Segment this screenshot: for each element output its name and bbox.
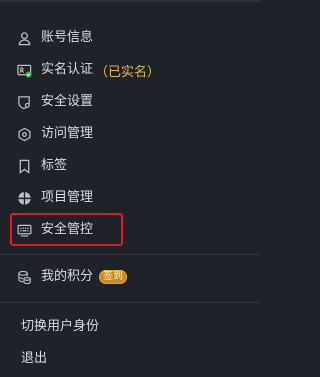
id-card-verified-icon [17, 63, 32, 78]
user-icon [17, 31, 32, 46]
menu-item-tags[interactable]: 标签 [0, 150, 261, 182]
menu-item-switch-identity[interactable]: 切换用户身份 [0, 311, 261, 343]
menu-item-security-control[interactable]: 安全管控 [0, 214, 261, 246]
access-management-icon [17, 127, 32, 142]
menu-item-label: 实名认证 [41, 62, 94, 77]
coins-icon [17, 270, 32, 285]
menu-item-account-info[interactable]: 账号信息 [0, 22, 261, 54]
menu-item-real-name[interactable]: 实名认证 （已实名） [0, 54, 261, 86]
menu-item-project-management[interactable]: 项目管理 [0, 182, 261, 214]
keyboard-icon [17, 223, 32, 238]
menu-item-label: 我的积分 [41, 269, 94, 284]
divider [0, 254, 261, 255]
checkin-badge[interactable]: 签到 [99, 270, 128, 284]
user-menu-panel: 账号信息 实名认证 （已实名） 安全设置 访问管理 标签 项目管理 安全管控 我… [0, 0, 261, 377]
menu-item-my-points[interactable]: 我的积分 签到 [0, 261, 261, 293]
menu-item-label: 切换用户身份 [21, 319, 100, 334]
menu-item-label: 访问管理 [41, 126, 94, 141]
bookmark-icon [17, 159, 32, 174]
menu-item-security-settings[interactable]: 安全设置 [0, 86, 261, 118]
shield-settings-icon [17, 95, 32, 110]
menu-item-label: 标签 [41, 158, 68, 173]
verification-status: （已实名） [95, 64, 161, 80]
menu-item-label: 安全管控 [41, 222, 94, 237]
menu-item-logout[interactable]: 退出 [0, 343, 261, 375]
menu-item-label: 退出 [21, 351, 48, 366]
menu-item-label: 账号信息 [41, 30, 94, 45]
divider [0, 302, 261, 303]
menu-item-label: 项目管理 [41, 190, 94, 205]
project-icon [17, 191, 32, 206]
menu-item-label: 安全设置 [41, 94, 94, 109]
menu-item-access-management[interactable]: 访问管理 [0, 118, 261, 150]
